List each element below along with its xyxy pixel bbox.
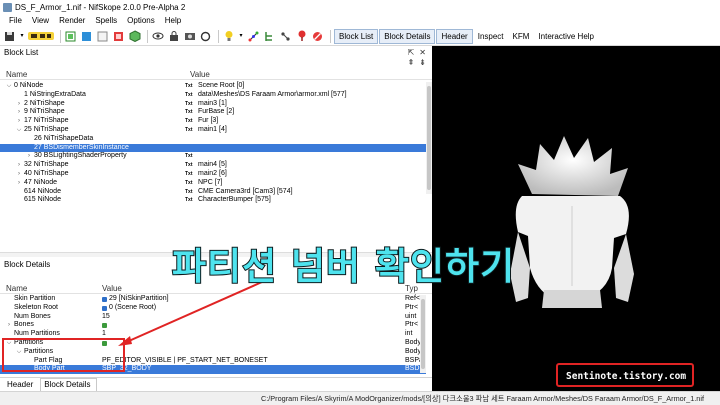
caption-overlay: 파티션 넘버 확인하기: [171, 244, 516, 289]
watermark-text: Sentinote.tistory.com: [566, 371, 687, 382]
annotation-arrow: [118, 281, 263, 346]
